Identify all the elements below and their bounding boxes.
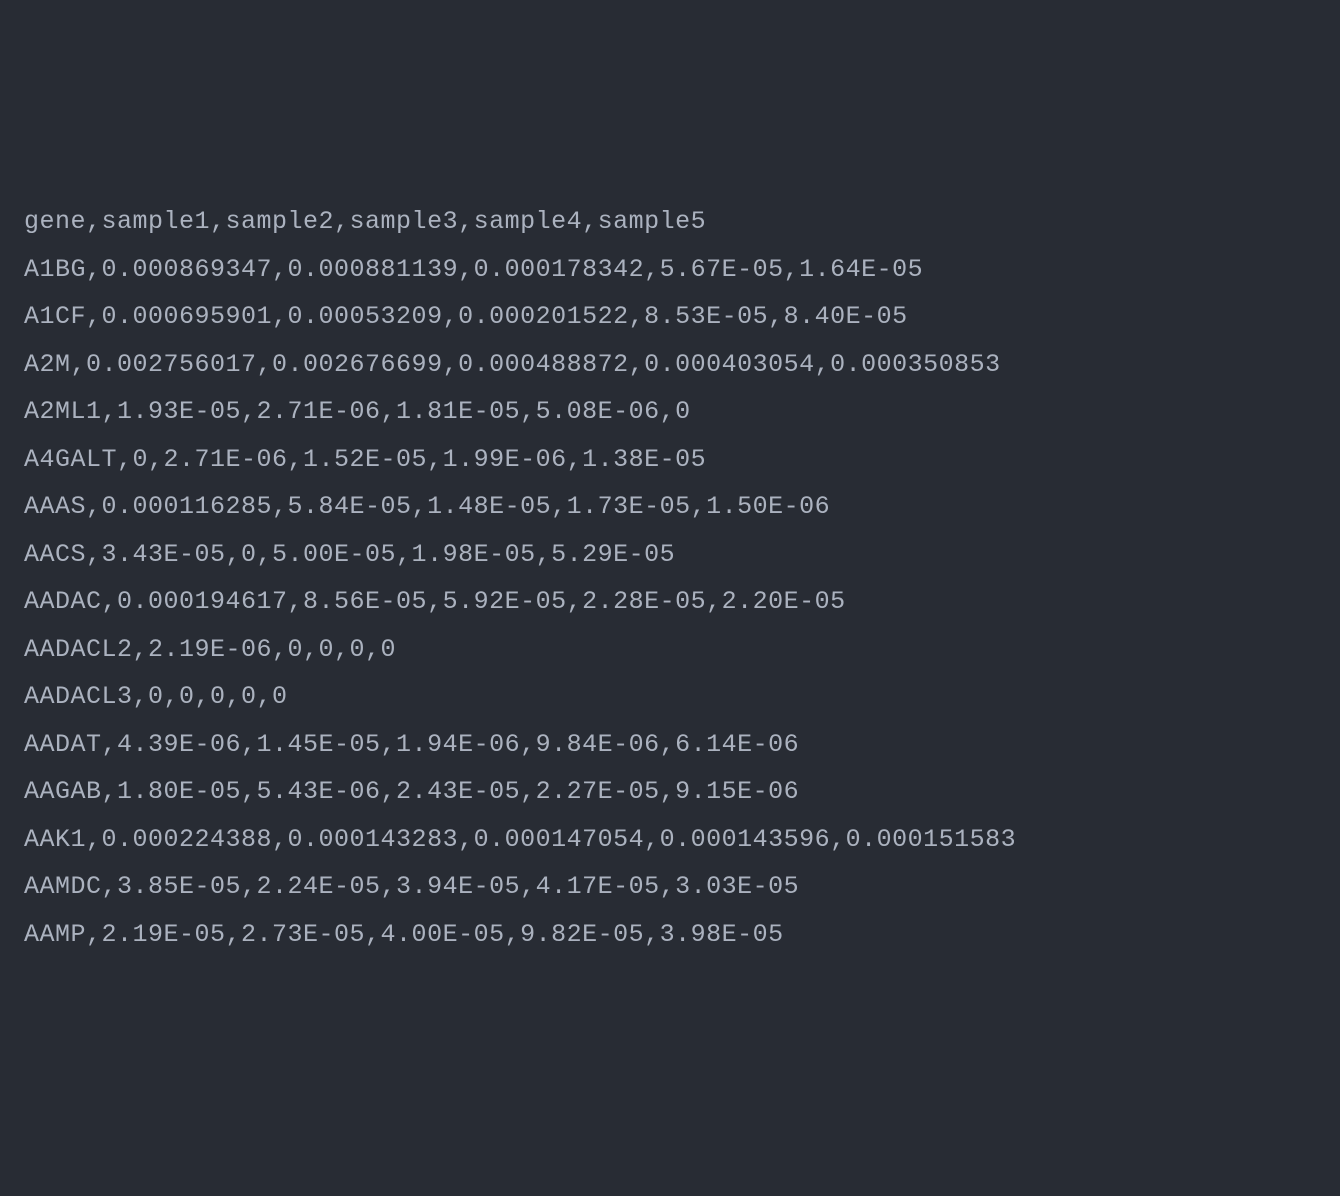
csv-data-row: AAGAB,1.80E-05,5.43E-06,2.43E-05,2.27E-0… [24,768,1316,816]
csv-header-row: gene,sample1,sample2,sample3,sample4,sam… [24,198,1316,246]
csv-data-row: A4GALT,0,2.71E-06,1.52E-05,1.99E-06,1.38… [24,436,1316,484]
csv-data-row: AAMDC,3.85E-05,2.24E-05,3.94E-05,4.17E-0… [24,863,1316,911]
csv-data-row: AACS,3.43E-05,0,5.00E-05,1.98E-05,5.29E-… [24,531,1316,579]
csv-data-row: AADACL2,2.19E-06,0,0,0,0 [24,626,1316,674]
csv-data-row: AADAC,0.000194617,8.56E-05,5.92E-05,2.28… [24,578,1316,626]
csv-data-row: A2M,0.002756017,0.002676699,0.000488872,… [24,341,1316,389]
csv-data-row: A2ML1,1.93E-05,2.71E-06,1.81E-05,5.08E-0… [24,388,1316,436]
csv-data-row: A1CF,0.000695901,0.00053209,0.000201522,… [24,293,1316,341]
csv-data-row: AADACL3,0,0,0,0,0 [24,673,1316,721]
csv-data-row: AAAS,0.000116285,5.84E-05,1.48E-05,1.73E… [24,483,1316,531]
csv-data-row: AAK1,0.000224388,0.000143283,0.000147054… [24,816,1316,864]
csv-data-row: AAMP,2.19E-05,2.73E-05,4.00E-05,9.82E-05… [24,911,1316,959]
csv-data-row: AADAT,4.39E-06,1.45E-05,1.94E-06,9.84E-0… [24,721,1316,769]
csv-data-row: A1BG,0.000869347,0.000881139,0.000178342… [24,246,1316,294]
